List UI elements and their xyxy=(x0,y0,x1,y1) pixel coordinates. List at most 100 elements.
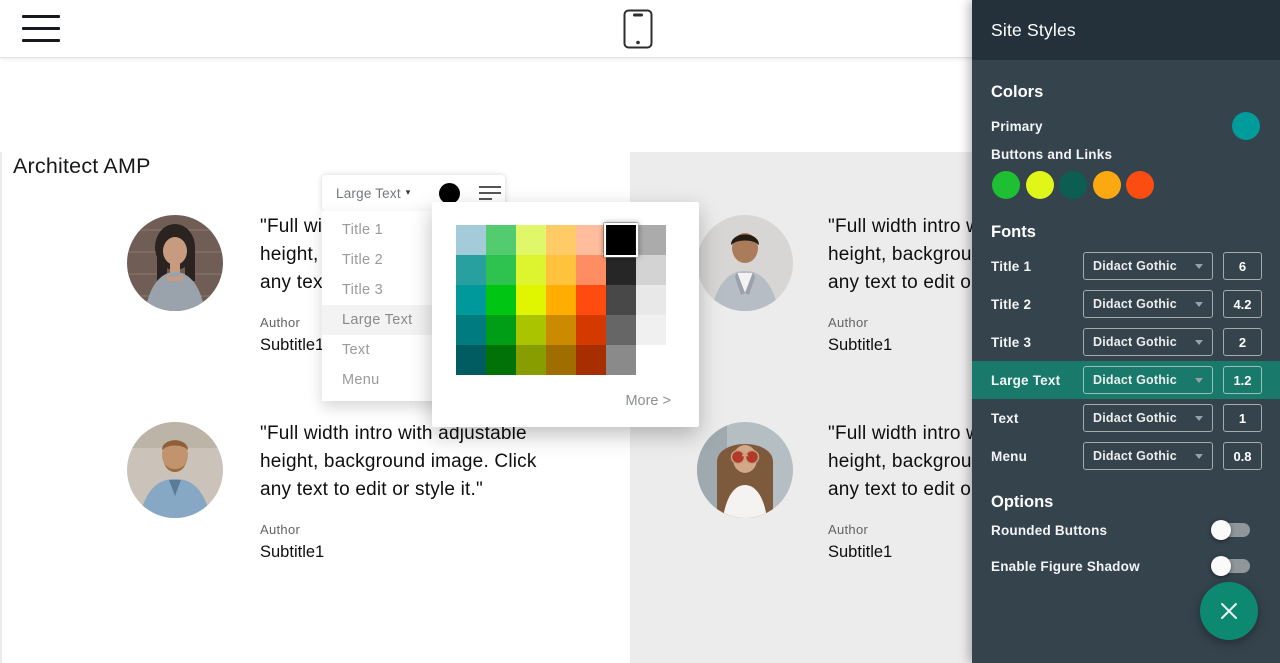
testimonial-author[interactable]: Author xyxy=(260,522,300,537)
primary-label: Primary xyxy=(991,119,1043,134)
testimonial-subtitle[interactable]: Subtitle1 xyxy=(828,336,892,355)
font-family-select[interactable]: Didact Gothic xyxy=(1083,404,1213,432)
hamburger-menu-icon[interactable] xyxy=(22,15,60,43)
font-family-select[interactable]: Didact Gothic xyxy=(1083,290,1213,318)
color-swatch[interactable] xyxy=(576,345,606,375)
color-picker-popup: More > xyxy=(432,202,699,427)
color-swatch[interactable] xyxy=(546,285,576,315)
color-swatch[interactable] xyxy=(456,345,486,375)
site-styles-panel: Site Styles Colors Primary Buttons and L… xyxy=(972,0,1280,663)
chevron-down-icon xyxy=(1195,416,1203,421)
font-row-large-text: Large Text Didact Gothic xyxy=(972,361,1280,399)
app-window: Architect AMP Architect AMP▾ Architect A… xyxy=(0,0,1280,663)
text-style-dropdown[interactable]: Large Text xyxy=(336,186,401,201)
close-icon xyxy=(1216,598,1242,624)
avatar-photo-woman-sunglasses xyxy=(697,422,793,518)
primary-color-circle[interactable] xyxy=(1232,112,1260,140)
button-color-circle[interactable] xyxy=(1126,171,1154,199)
button-color-circle[interactable] xyxy=(1093,171,1121,199)
testimonial-subtitle[interactable]: Subtitle1 xyxy=(828,543,892,562)
color-swatch[interactable] xyxy=(516,225,546,255)
color-swatch[interactable] xyxy=(516,315,546,345)
testimonial-author[interactable]: Author xyxy=(828,315,868,330)
avatar xyxy=(127,422,223,518)
font-family-select[interactable]: Didact Gothic xyxy=(1083,366,1213,394)
figure-shadow-toggle[interactable] xyxy=(1214,559,1250,573)
testimonial-quote[interactable]: "Full width intro with adjustable height… xyxy=(260,420,560,504)
testimonial-author[interactable]: Author xyxy=(260,315,300,330)
color-swatch[interactable] xyxy=(606,285,636,315)
color-swatch[interactable] xyxy=(486,225,516,255)
color-swatch[interactable] xyxy=(516,345,546,375)
font-row-text: Text Didact Gothic xyxy=(972,399,1280,437)
fonts-heading: Fonts xyxy=(991,223,1280,241)
button-color-circle[interactable] xyxy=(992,171,1020,199)
color-swatch[interactable] xyxy=(636,315,666,345)
color-swatch[interactable] xyxy=(546,315,576,345)
font-size-input[interactable] xyxy=(1223,366,1262,394)
options-heading: Options xyxy=(991,493,1280,511)
font-size-input[interactable] xyxy=(1223,252,1262,280)
chevron-down-icon xyxy=(1195,378,1203,383)
color-swatch[interactable] xyxy=(456,285,486,315)
color-swatch[interactable] xyxy=(636,225,666,255)
font-size-input[interactable] xyxy=(1223,328,1262,356)
chevron-down-icon xyxy=(1195,454,1203,459)
testimonial-subtitle[interactable]: Subtitle1 xyxy=(260,336,324,355)
color-swatch[interactable] xyxy=(636,255,666,285)
more-colors-link[interactable]: More > xyxy=(625,393,671,409)
color-swatch[interactable] xyxy=(636,285,666,315)
color-swatch[interactable] xyxy=(546,225,576,255)
color-swatch[interactable] xyxy=(486,315,516,345)
color-swatch[interactable] xyxy=(606,345,636,375)
option-figure-shadow: Enable Figure Shadow xyxy=(972,549,1280,583)
color-swatch[interactable] xyxy=(606,255,636,285)
site-brand[interactable]: Architect AMP xyxy=(13,154,151,179)
mobile-preview-icon[interactable] xyxy=(623,9,653,54)
font-family-select[interactable]: Didact Gothic xyxy=(1083,328,1213,356)
rounded-buttons-toggle[interactable] xyxy=(1214,523,1250,537)
align-text-icon[interactable] xyxy=(479,185,503,201)
color-swatch[interactable] xyxy=(606,315,636,345)
avatar-photo-man-denim xyxy=(127,422,223,518)
color-swatch[interactable] xyxy=(546,345,576,375)
testimonial-subtitle[interactable]: Subtitle1 xyxy=(260,543,324,562)
color-swatch[interactable] xyxy=(486,285,516,315)
font-family-select[interactable]: Didact Gothic xyxy=(1083,442,1213,470)
font-size-input[interactable] xyxy=(1223,404,1262,432)
avatar-photo-man-blazer xyxy=(697,215,793,311)
avatar xyxy=(697,215,793,311)
close-panel-button[interactable] xyxy=(1200,582,1258,640)
color-swatch[interactable] xyxy=(456,255,486,285)
color-swatch[interactable] xyxy=(486,255,516,285)
color-swatch[interactable] xyxy=(636,345,666,375)
chevron-down-icon xyxy=(1195,264,1203,269)
color-swatch[interactable] xyxy=(576,315,606,345)
colors-heading: Colors xyxy=(991,83,1280,101)
color-swatch[interactable] xyxy=(456,315,486,345)
avatar-photo-woman-brick xyxy=(127,215,223,311)
color-swatch[interactable] xyxy=(486,345,516,375)
button-color-circle[interactable] xyxy=(1059,171,1087,199)
font-size-input[interactable] xyxy=(1223,442,1262,470)
primary-color-row: Primary xyxy=(972,111,1280,141)
color-swatch[interactable] xyxy=(456,225,486,255)
testimonial-author[interactable]: Author xyxy=(828,522,868,537)
color-swatch[interactable] xyxy=(516,285,546,315)
color-swatch[interactable] xyxy=(546,255,576,285)
font-row-title2: Title 2 Didact Gothic xyxy=(972,285,1280,323)
color-swatch[interactable] xyxy=(516,255,546,285)
chevron-down-icon: ▾ xyxy=(406,187,411,198)
button-color-circle[interactable] xyxy=(1026,171,1054,199)
color-swatch[interactable] xyxy=(576,255,606,285)
color-swatch[interactable] xyxy=(604,223,639,258)
color-swatch[interactable] xyxy=(576,225,606,255)
font-row-title3: Title 3 Didact Gothic xyxy=(972,323,1280,361)
color-swatch[interactable] xyxy=(576,285,606,315)
font-size-input[interactable] xyxy=(1223,290,1262,318)
text-color-swatch[interactable] xyxy=(439,183,460,204)
avatar xyxy=(697,422,793,518)
font-family-select[interactable]: Didact Gothic xyxy=(1083,252,1213,280)
buttons-links-label: Buttons and Links xyxy=(991,147,1280,162)
option-rounded-buttons: Rounded Buttons xyxy=(972,513,1280,547)
